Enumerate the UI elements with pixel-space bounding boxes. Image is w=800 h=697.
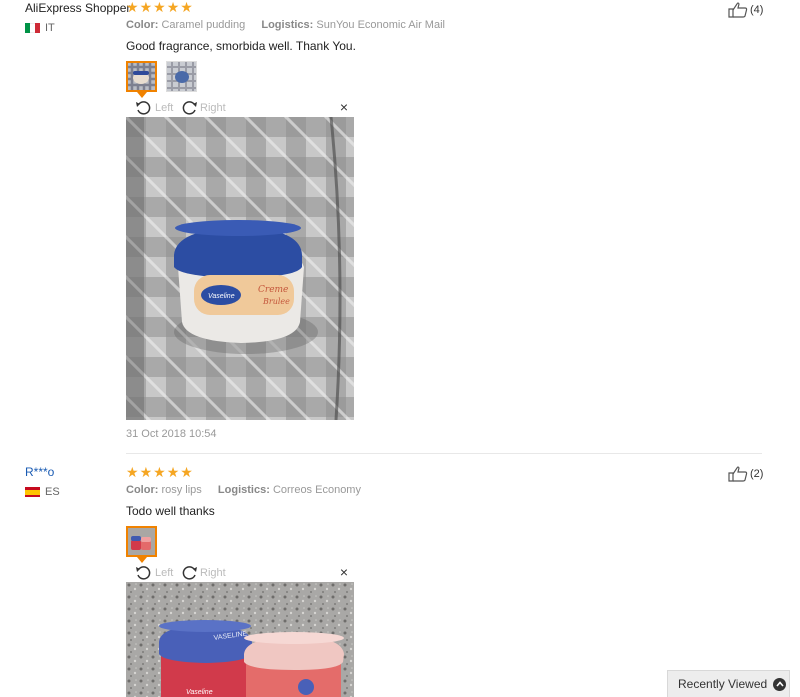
color-label: Color: [126,19,159,31]
review-country: ES [25,486,60,498]
rotate-left-icon [136,101,151,115]
rotate-left-button[interactable]: Left [135,565,173,581]
country-code: IT [45,22,55,34]
star-icon: ★ [153,0,166,15]
review-meta: Color: rosy lips Logistics: Correos Econ… [126,484,361,496]
star-icon: ★ [126,464,139,480]
color-value: Caramel pudding [161,19,246,31]
image-viewer-toolbar: Left Right × [126,99,354,117]
review-thumbnail[interactable] [126,526,157,557]
thumbnail-image [128,63,155,90]
review-divider [126,453,762,454]
review-text: Todo well thanks [126,504,215,518]
active-thumbnail-arrow [137,557,147,563]
helpful-count: (2) [750,468,764,480]
star-icon: ★ [153,464,166,480]
star-icon: ★ [180,464,193,480]
star-icon: ★ [166,464,180,480]
review-date: 31 Oct 2018 10:54 [126,428,217,440]
review-meta: Color: Caramel pudding Logistics: SunYou… [126,19,445,31]
thumbnail-image [128,528,155,555]
star-icon: ★ [126,0,139,15]
thumbnail-image [167,62,196,91]
rotate-left-icon [136,566,151,580]
rotate-right-label: Right [200,102,226,114]
recently-viewed-label: Recently Viewed [678,677,768,691]
svg-text:Vaseline: Vaseline [186,689,213,696]
italy-flag-icon [25,23,40,33]
spain-flag-icon [25,487,40,497]
review-author[interactable]: R***o [25,465,54,479]
review-photo-large: Vaseline VASELINE [126,582,354,697]
star-icon: ★ [139,0,153,15]
color-label: Color: [126,484,159,496]
logistics-label: Logistics: [217,484,270,496]
review-text: Good fragrance, smorbida well. Thank You… [126,39,356,53]
star-icon: ★ [139,464,153,480]
review-thumbnail[interactable] [166,61,197,92]
color-value: rosy lips [161,484,202,496]
svg-text:Vaseline: Vaseline [208,293,235,300]
thumbs-up-icon [728,2,748,18]
rotate-right-icon [182,101,197,115]
rotate-left-label: Left [155,102,174,114]
close-icon[interactable]: × [340,99,348,115]
rotate-right-label: Right [200,567,226,579]
helpful-count: (4) [750,4,764,16]
rotate-left-button[interactable]: Left [135,100,173,116]
review-country: IT [25,22,55,34]
image-viewer-toolbar: Left Right × [126,564,354,582]
review-photo-large: Vaseline Creme Brulee [126,117,354,420]
svg-text:Creme: Creme [258,285,288,295]
logistics-label: Logistics: [261,19,314,31]
review-thumbnail[interactable] [126,61,157,92]
chevron-up-icon [773,677,787,691]
star-rating: ★ ★ ★ ★ ★ [126,465,193,479]
review-author: AliExpress Shopper [25,1,131,15]
country-code: ES [45,486,60,498]
helpful-button[interactable]: (4) [728,2,763,18]
active-thumbnail-arrow [137,92,147,98]
recently-viewed-bar[interactable]: Recently Viewed [667,670,790,697]
star-rating: ★ ★ ★ ★ ★ [126,0,193,14]
helpful-button[interactable]: (2) [728,466,763,482]
close-icon[interactable]: × [340,564,348,580]
rotate-right-button[interactable]: Right [180,565,226,581]
star-icon: ★ [180,0,193,15]
rotate-left-label: Left [155,567,174,579]
svg-text:Brulee: Brulee [262,297,290,306]
thumbs-up-icon [728,466,748,482]
star-icon: ★ [166,0,180,15]
logistics-value: SunYou Economic Air Mail [316,19,445,31]
logistics-value: Correos Economy [272,484,361,496]
rotate-right-icon [182,566,197,580]
rotate-right-button[interactable]: Right [180,100,226,116]
